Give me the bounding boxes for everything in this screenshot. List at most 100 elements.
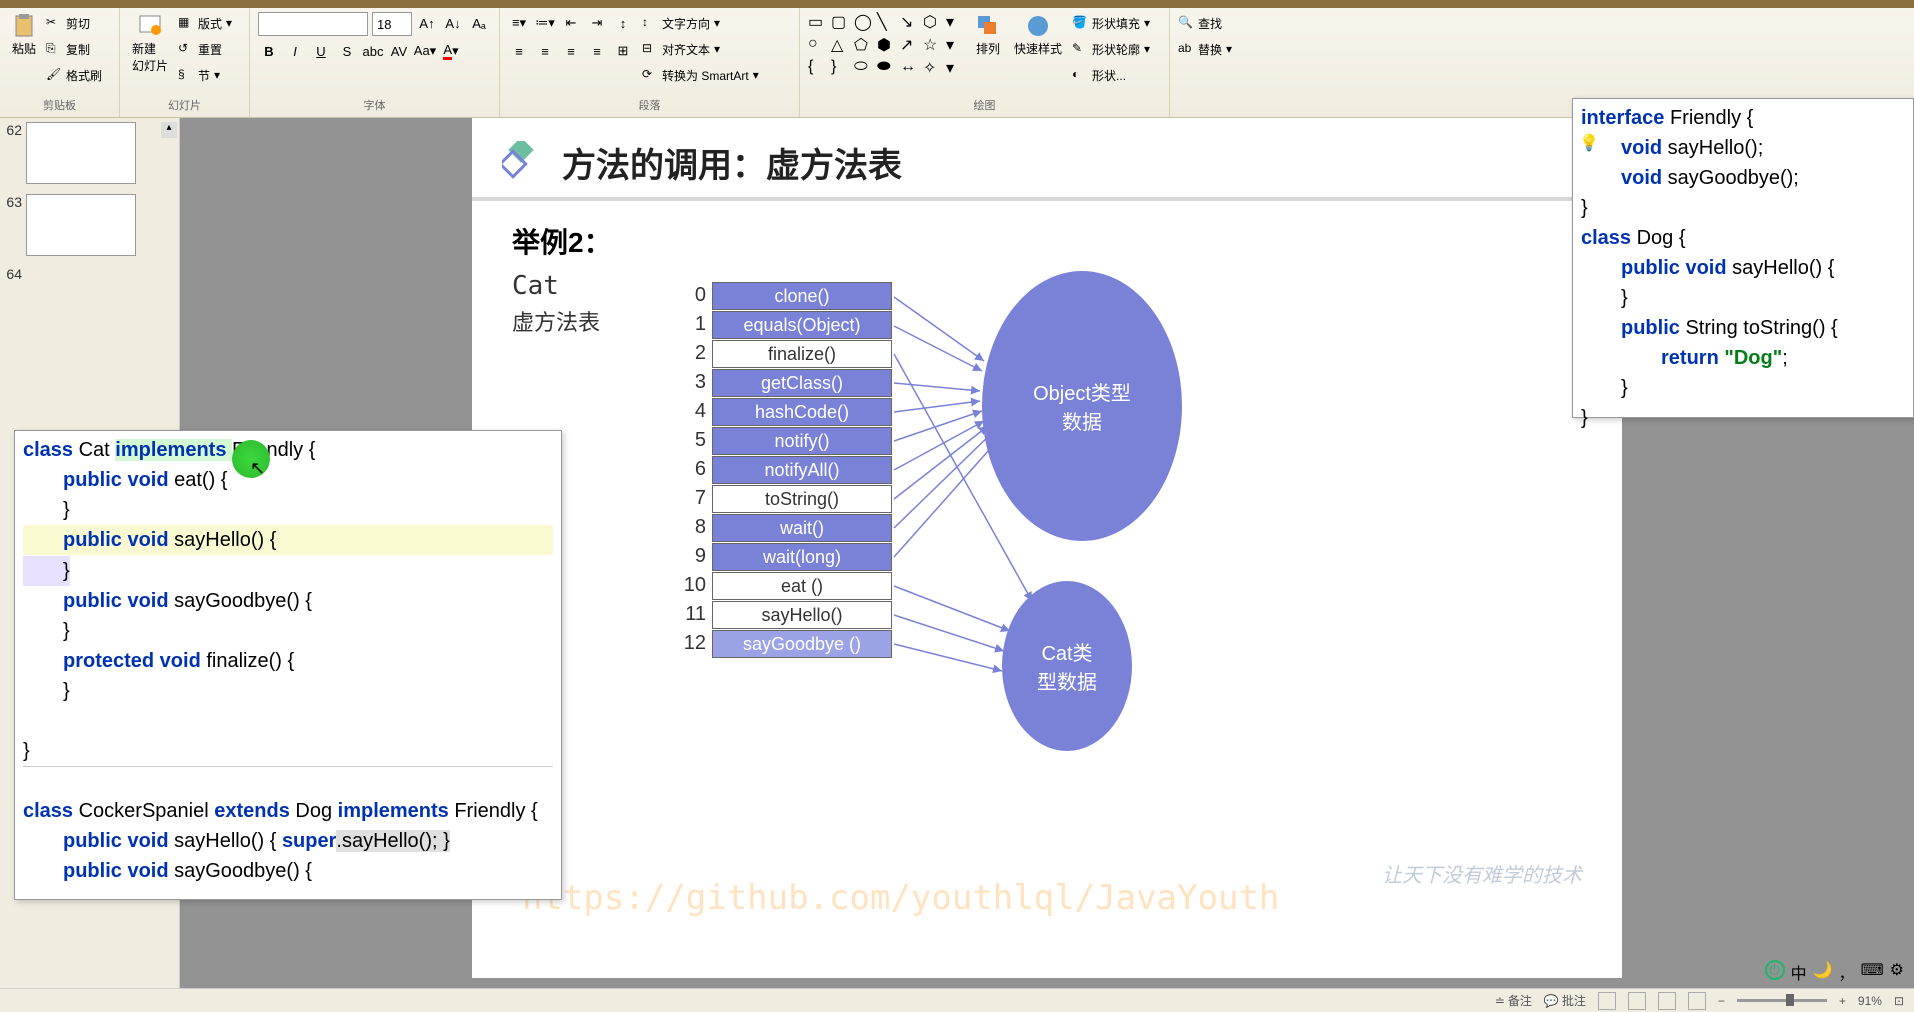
quick-styles-button[interactable]: 快速样式 (1010, 12, 1066, 59)
shape-icon[interactable]: ⬡ (923, 12, 943, 32)
vtable-row: 2finalize() (682, 339, 892, 368)
shape-icon[interactable]: ▭ (808, 12, 828, 32)
vtable-row: 3getClass() (682, 368, 892, 397)
ribbon-paragraph: ≡▾ ≔▾ ⇤ ⇥ ↕ ≡ ≡ ≡ ≡ ⊞ ↕文字方向 ▾ ⊟对齐文本 ▾ ⟳转… (500, 8, 800, 117)
shape-icon[interactable]: △ (831, 35, 851, 55)
shape-icon[interactable]: ○ (808, 35, 828, 55)
reset-button[interactable]: ↺重置 (178, 38, 232, 60)
smartart-button[interactable]: ⟳转换为 SmartArt ▾ (642, 64, 759, 86)
align-right-button[interactable]: ≡ (560, 40, 582, 62)
notes-button[interactable]: ≐ 备注 (1495, 992, 1532, 1009)
shape-outline-button[interactable]: ✎形状轮廓 ▾ (1072, 38, 1150, 60)
font-color-button[interactable]: A▾ (440, 40, 462, 62)
normal-view-button[interactable] (1598, 992, 1616, 1010)
paste-button[interactable]: 粘贴 (8, 12, 40, 59)
shape-icon[interactable]: ⬠ (854, 35, 874, 55)
italic-button[interactable]: I (284, 40, 306, 62)
zoom-out-button[interactable]: − (1718, 994, 1725, 1008)
shape-icon[interactable]: ✧ (923, 58, 943, 78)
cut-button[interactable]: ✂剪切 (46, 12, 102, 34)
shape-icon[interactable]: ⬬ (877, 58, 897, 78)
indent-dec-button[interactable]: ⇤ (560, 12, 582, 34)
vtable-row: 11sayHello() (682, 600, 892, 629)
justify-button[interactable]: ≡ (586, 40, 608, 62)
font-family-combo[interactable] (258, 12, 368, 36)
change-case-button[interactable]: Aa▾ (414, 40, 436, 62)
shapes-gallery[interactable]: ▭▢◯╲↘⬡▾ ○△⬠⬢↗☆▾ {}⬭⬬↔✧▾ (808, 12, 966, 78)
code-editor-right[interactable]: interface Friendly { 💡 void sayHello(); … (1572, 98, 1914, 418)
line-spacing-button[interactable]: ↕ (612, 12, 634, 34)
ime-zh-icon[interactable]: 中 (1791, 960, 1807, 984)
settings-icon[interactable]: ⚙ (1890, 960, 1904, 984)
slide-thumb-62[interactable]: 62 (4, 122, 175, 184)
slide-thumb-64[interactable]: 64 (4, 266, 175, 282)
vtable-row: 4hashCode() (682, 397, 892, 426)
shape-icon[interactable]: { (808, 58, 828, 78)
comments-button[interactable]: 💬 批注 (1544, 992, 1586, 1009)
numbering-button[interactable]: ≔▾ (534, 12, 556, 34)
slideshow-view-button[interactable] (1688, 992, 1706, 1010)
underline-button[interactable]: U (310, 40, 332, 62)
clear-format-button[interactable]: Aₐ (468, 12, 490, 34)
shape-icon[interactable]: ◯ (854, 12, 874, 32)
text-direction-button[interactable]: ↕文字方向 ▾ (642, 12, 759, 34)
shape-icon[interactable]: ☆ (923, 35, 943, 55)
zoom-in-button[interactable]: + (1839, 994, 1846, 1008)
bold-button[interactable]: B (258, 40, 280, 62)
columns-button[interactable]: ⊞ (612, 40, 634, 62)
shape-icon[interactable]: ⬢ (877, 35, 897, 55)
align-text-button[interactable]: ⊟对齐文本 ▾ (642, 38, 759, 60)
copy-button[interactable]: ⎘复制 (46, 38, 102, 60)
sorter-view-button[interactable] (1628, 992, 1646, 1010)
bullet-button[interactable]: ≡▾ (508, 12, 530, 34)
zoom-slider[interactable] (1737, 999, 1827, 1002)
moon-icon[interactable]: 🌙 (1813, 960, 1833, 984)
align-left-button[interactable]: ≡ (508, 40, 530, 62)
strike-button[interactable]: S (336, 40, 358, 62)
power-icon[interactable]: ⏻ (1765, 960, 1785, 980)
scroll-up-button[interactable]: ▴ (161, 122, 177, 138)
slide-thumb-63[interactable]: 63 (4, 194, 175, 256)
replace-button[interactable]: ab替换 ▾ (1178, 38, 1252, 60)
shape-icon[interactable]: ▾ (946, 58, 966, 78)
styles-icon (1026, 14, 1050, 38)
shape-icon[interactable]: ↗ (900, 35, 920, 55)
font-size-combo[interactable] (372, 12, 412, 36)
shape-icon[interactable]: ⬭ (854, 58, 874, 78)
align-center-button[interactable]: ≡ (534, 40, 556, 62)
kbd-icon[interactable]: ⌨ (1861, 960, 1884, 984)
shape-icon[interactable]: ↘ (900, 12, 920, 32)
zoom-value[interactable]: 91% (1858, 994, 1882, 1008)
decrease-font-button[interactable]: A↓ (442, 12, 464, 34)
shape-icon[interactable]: ▾ (946, 12, 966, 32)
copy-icon: ⎘ (46, 41, 62, 57)
vtable-cell: equals(Object) (712, 311, 892, 339)
vtable-cell: clone() (712, 282, 892, 310)
fit-window-button[interactable]: ⊡ (1894, 994, 1904, 1008)
lightbulb-icon[interactable]: 💡 (1579, 129, 1599, 159)
arrange-button[interactable]: 排列 (972, 12, 1004, 59)
code-editor-left[interactable]: class Cat implements Friendly { public v… (14, 430, 562, 900)
shape-fill-button[interactable]: 🪣形状填充 ▾ (1072, 12, 1150, 34)
vtable-cell: hashCode() (712, 398, 892, 426)
object-type-ellipse: Object类型 数据 (982, 271, 1182, 541)
shape-effects-button[interactable]: ◐形状... (1072, 64, 1150, 86)
shape-icon[interactable]: ╲ (877, 12, 897, 32)
shape-icon[interactable]: ↔ (900, 58, 920, 78)
find-button[interactable]: 🔍查找 (1178, 12, 1252, 34)
reading-view-button[interactable] (1658, 992, 1676, 1010)
bolt-icon[interactable]: ， (1839, 960, 1855, 984)
vtable-index: 9 (682, 545, 712, 568)
new-slide-button[interactable]: 新建 幻灯片 (128, 12, 172, 76)
replace-icon: ab (1178, 41, 1194, 57)
increase-font-button[interactable]: A↑ (416, 12, 438, 34)
layout-button[interactable]: ▦版式 ▾ (178, 12, 232, 34)
section-button[interactable]: §节 ▾ (178, 64, 232, 86)
format-painter-button[interactable]: 🖌格式刷 (46, 64, 102, 86)
shape-icon[interactable]: ▢ (831, 12, 851, 32)
indent-inc-button[interactable]: ⇥ (586, 12, 608, 34)
highlight-button[interactable]: AV (388, 40, 410, 62)
shadow-button[interactable]: abc (362, 40, 384, 62)
shape-icon[interactable]: ▾ (946, 35, 966, 55)
shape-icon[interactable]: } (831, 58, 851, 78)
